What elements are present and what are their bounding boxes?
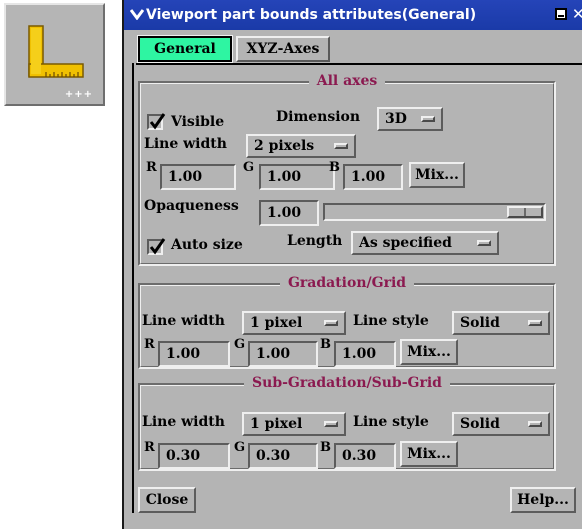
sub-gradation-line-style-value: Solid <box>460 416 500 432</box>
length-label: Length <box>287 233 343 249</box>
sub-gradation-b-label: B <box>320 440 331 455</box>
gradation-g-input[interactable]: 1.00 <box>248 341 318 367</box>
sub-gradation-line-width-label: Line width <box>142 414 225 430</box>
length-option-menu[interactable]: As specified <box>351 231 499 255</box>
ruler-tool-button[interactable]: +++ <box>4 3 105 106</box>
b-input[interactable]: 1.00 <box>343 164 403 190</box>
gradation-line-width-value: 1 pixel <box>250 315 303 331</box>
gradation-g-label: G <box>234 337 246 352</box>
close-button[interactable]: Close <box>138 487 196 513</box>
mix-button[interactable]: Mix... <box>409 162 465 188</box>
r-input[interactable]: 1.00 <box>160 164 236 190</box>
gradation-line-style-option-menu[interactable]: Solid <box>452 311 550 335</box>
minimize-button[interactable] <box>555 8 567 20</box>
length-value: As specified <box>359 235 452 251</box>
auto-size-label: Auto size <box>171 237 243 253</box>
line-width-label: Line width <box>144 136 227 152</box>
sub-gradation-line-style-label: Line style <box>353 414 429 430</box>
dimension-label: Dimension <box>276 109 361 125</box>
tab-panel-edge <box>132 63 134 513</box>
sub-gradation-r-label: R <box>144 440 155 455</box>
gradation-r-label: R <box>144 337 155 352</box>
r-label: R <box>146 160 157 175</box>
sub-gradation-line-width-value: 1 pixel <box>250 416 303 432</box>
option-indicator-icon <box>528 320 542 326</box>
option-indicator-icon <box>421 116 435 122</box>
option-indicator-icon <box>324 421 338 427</box>
line-width-value: 2 pixels <box>254 138 315 154</box>
dimension-option-menu[interactable]: 3D <box>377 107 443 131</box>
help-button[interactable]: Help... <box>510 487 576 513</box>
g-input[interactable]: 1.00 <box>259 164 335 190</box>
visible-label: Visible <box>171 114 225 130</box>
line-width-option-menu[interactable]: 2 pixels <box>246 134 356 158</box>
opaqueness-label: Opaqueness <box>144 198 239 214</box>
title-bar[interactable]: Viewport part bounds attributes(General)… <box>124 0 582 30</box>
sub-gradation-line-style-option-menu[interactable]: Solid <box>452 412 550 436</box>
all-axes-title: All axes <box>140 73 554 89</box>
tab-general[interactable]: General <box>137 35 233 63</box>
gradation-r-input[interactable]: 1.00 <box>158 341 230 367</box>
b-label: B <box>329 160 340 175</box>
option-indicator-icon <box>334 143 348 149</box>
auto-size-checkbox[interactable] <box>147 238 166 255</box>
gradation-b-input[interactable]: 1.00 <box>334 341 396 367</box>
window-title: Viewport part bounds attributes(General) <box>146 7 477 23</box>
opaqueness-input[interactable]: 1.00 <box>259 200 319 226</box>
gradation-line-style-value: Solid <box>460 315 500 331</box>
sub-gradation-r-input[interactable]: 0.30 <box>158 443 230 469</box>
sub-gradation-line-width-option-menu[interactable]: 1 pixel <box>242 412 346 436</box>
tool-badge: +++ <box>64 89 93 100</box>
visible-checkbox[interactable] <box>147 113 166 130</box>
sub-gradation-g-label: G <box>234 440 246 455</box>
sub-gradation-g-input[interactable]: 0.30 <box>248 443 318 469</box>
gradation-line-width-option-menu[interactable]: 1 pixel <box>242 311 346 335</box>
option-indicator-icon <box>528 421 542 427</box>
option-indicator-icon <box>477 240 491 246</box>
gradation-line-width-label: Line width <box>142 313 225 329</box>
gradation-grid-title: Gradation/Grid <box>140 275 554 291</box>
g-label: G <box>243 160 255 175</box>
sub-gradation-mix-button[interactable]: Mix... <box>400 441 458 467</box>
opaqueness-slider-thumb[interactable] <box>507 206 543 218</box>
dimension-value: 3D <box>385 111 407 127</box>
gradation-b-label: B <box>320 337 331 352</box>
sub-gradation-b-input[interactable]: 0.30 <box>334 443 396 469</box>
gradation-mix-button[interactable]: Mix... <box>400 339 458 365</box>
close-window-icon[interactable]: ✕ <box>572 5 582 23</box>
attributes-window: Viewport part bounds attributes(General)… <box>122 0 582 529</box>
tab-divider <box>136 63 582 65</box>
opaqueness-slider[interactable] <box>323 203 546 221</box>
option-indicator-icon <box>324 320 338 326</box>
tab-xyz-axes[interactable]: XYZ-Axes <box>236 36 330 62</box>
gradation-line-style-label: Line style <box>353 313 429 329</box>
window-menu-icon[interactable] <box>130 8 144 20</box>
sub-gradation-grid-title: Sub-Gradation/Sub-Grid <box>140 375 554 391</box>
